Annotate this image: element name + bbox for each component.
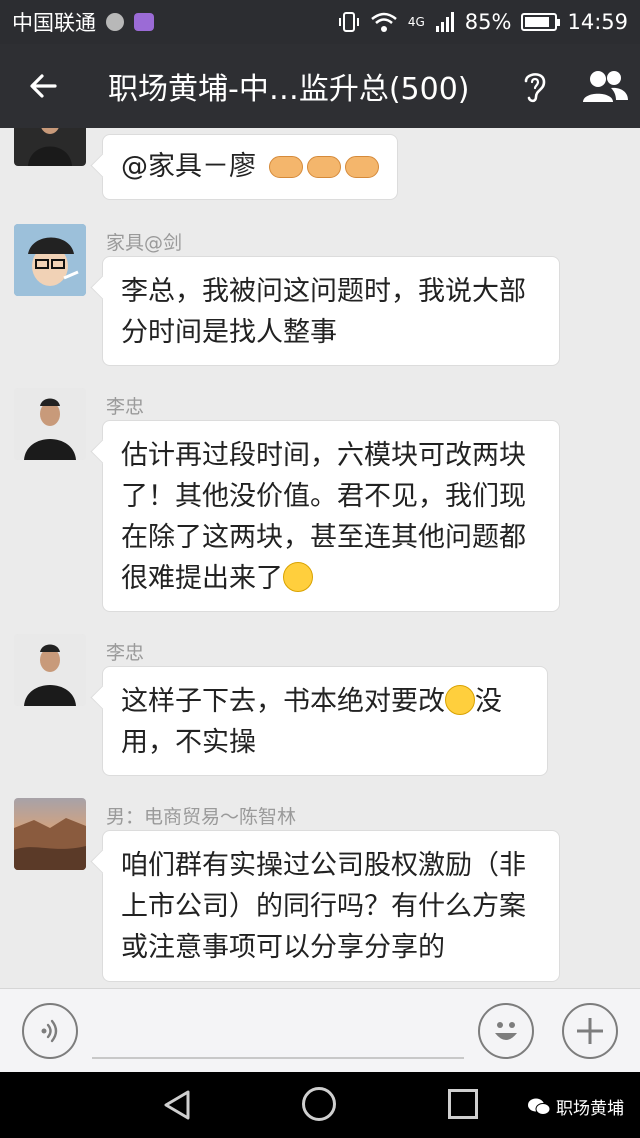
voice-input-button[interactable] (22, 1003, 78, 1059)
message-line: 或注意事项可以分享分享的 (121, 932, 445, 963)
emoji-icon (495, 1022, 517, 1040)
notification-icon (106, 13, 124, 31)
back-button[interactable] (0, 44, 86, 128)
message-input[interactable] (92, 1001, 464, 1059)
thinking-icon (445, 685, 475, 715)
emoji-button[interactable] (478, 1003, 534, 1059)
battery-percent: 85% (464, 10, 512, 34)
message-text: @家具－廖 (121, 151, 256, 182)
avatar[interactable] (14, 798, 86, 870)
sender-name: 李忠 (106, 642, 145, 664)
message-line: 估计再过段时间，六模块可改两块 (121, 440, 526, 471)
avatar[interactable] (14, 128, 86, 166)
plus-icon (577, 1018, 603, 1044)
handshake-icon (268, 156, 303, 178)
chat-area[interactable]: @家具－廖 家具@剑 李总，我被问这问题时，我说大部 分时间是找人整事 李忠 估… (0, 128, 640, 988)
message-bubble[interactable]: @家具－廖 (102, 134, 398, 200)
message-bubble[interactable]: 咱们群有实操过公司股权激励（非 上市公司）的同行吗？有什么方案 或注意事项可以分… (102, 830, 560, 982)
handshake-icon (306, 156, 341, 178)
nav-back-icon[interactable] (162, 1089, 194, 1121)
signal-icon (435, 12, 454, 32)
vibrate-icon (338, 12, 359, 32)
ear-icon (524, 73, 546, 103)
message-line: 这样子下去，书本绝对要改 (121, 686, 445, 717)
clock: 14:59 (567, 10, 628, 34)
message-line: 用，不实操 (121, 727, 256, 758)
message-line: 没 (475, 686, 502, 717)
message-line: 在除了这两块，甚至连其他问题都 (121, 522, 526, 553)
chat-title: 职场黄埔-中…监升总(500) (108, 72, 470, 107)
message-bubble[interactable]: 估计再过段时间，六模块可改两块 了！其他没价值。君不见，我们现 在除了这两块，甚… (102, 420, 560, 612)
wifi-icon (371, 12, 397, 32)
more-options-button[interactable] (562, 1003, 618, 1059)
sender-name: 李忠 (106, 396, 145, 418)
message-bubble[interactable]: 李总，我被问这问题时，我说大部 分时间是找人整事 (102, 256, 560, 366)
group-members-icon (583, 71, 628, 102)
back-arrow-icon (30, 74, 57, 98)
navigation-bar: 职场黄埔 (0, 1072, 640, 1138)
wechat-icon (528, 1098, 550, 1115)
avatar[interactable] (14, 634, 86, 706)
watermark-text: 职场黄埔 (556, 1099, 624, 1119)
title-bar: 职场黄埔-中…监升总(500) (0, 44, 640, 128)
message-bubble[interactable]: 这样子下去，书本绝对要改没 用，不实操 (102, 666, 548, 776)
input-bar (0, 988, 640, 1072)
sender-name: 男：电商贸易～陈智林 (106, 806, 297, 828)
sender-name: 家具@剑 (106, 232, 183, 254)
watermark: 职场黄埔 (528, 1094, 624, 1119)
network-label: 4G (407, 15, 425, 29)
gallery-icon (134, 13, 154, 31)
handshake-icon (344, 156, 379, 178)
nav-recent-apps-icon[interactable] (448, 1089, 478, 1119)
message-line: 咱们群有实操过公司股权激励（非 (121, 850, 526, 881)
message-line: 李总，我被问这问题时，我说大部 (121, 276, 526, 307)
smile-icon (283, 562, 313, 592)
message-line: 了！其他没价值。君不见，我们现 (121, 481, 526, 512)
message-line: 分时间是找人整事 (121, 317, 337, 348)
status-bar: 中国联通 4G 85% 14:59 (0, 0, 640, 44)
avatar[interactable] (14, 388, 86, 460)
message-line: 很难提出来了 (121, 563, 283, 594)
message-line: 上市公司）的同行吗？有什么方案 (121, 891, 526, 922)
avatar[interactable] (14, 224, 86, 296)
nav-home-icon[interactable] (302, 1087, 336, 1121)
voice-icon (41, 1019, 58, 1043)
battery-icon (521, 13, 561, 31)
group-members-button[interactable] (570, 44, 640, 128)
earpiece-mode-button[interactable] (500, 44, 570, 128)
carrier-label: 中国联通 (12, 11, 96, 35)
